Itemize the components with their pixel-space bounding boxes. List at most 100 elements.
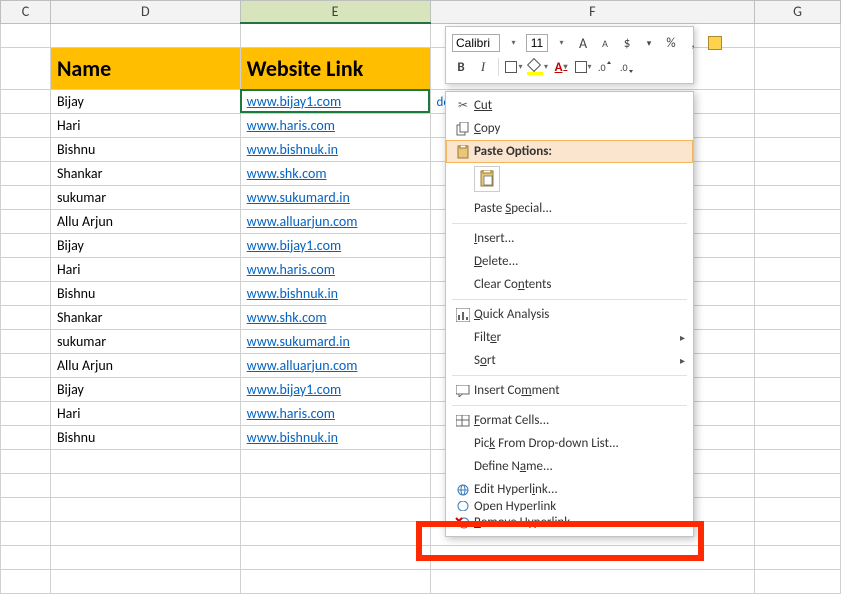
ctx-insert-comment[interactable]: Insert Comment	[446, 379, 693, 402]
cell[interactable]	[1, 521, 51, 545]
cell[interactable]	[755, 47, 841, 89]
ctx-insert[interactable]: Insert...	[446, 227, 693, 250]
cell-link[interactable]: www.bijay1.com	[240, 377, 430, 401]
cell[interactable]	[755, 137, 841, 161]
cell[interactable]	[755, 23, 841, 47]
cell[interactable]	[1, 425, 51, 449]
col-header-d[interactable]: D	[50, 1, 240, 24]
cell[interactable]	[240, 545, 430, 569]
cell[interactable]	[50, 473, 240, 497]
cell-link[interactable]: www.sukumard.in	[240, 329, 430, 353]
cell[interactable]	[50, 521, 240, 545]
cell[interactable]	[1, 545, 51, 569]
cell-link[interactable]: www.alluarjun.com	[240, 353, 430, 377]
cell[interactable]	[1, 569, 51, 593]
cell-link[interactable]: www.bishnuk.in	[240, 425, 430, 449]
ctx-pick-list[interactable]: Pick From Drop-down List...	[446, 432, 693, 455]
col-header-c[interactable]: C	[1, 1, 51, 24]
cell[interactable]	[240, 449, 430, 473]
cell[interactable]	[755, 209, 841, 233]
ctx-quick-analysis[interactable]: Quick Analysis	[446, 303, 693, 326]
cell[interactable]	[755, 113, 841, 137]
cell-name[interactable]: sukumar	[50, 185, 240, 209]
cell-name[interactable]: Bijay	[50, 377, 240, 401]
cell-name[interactable]: Bishnu	[50, 137, 240, 161]
cell-name[interactable]: Bijay	[50, 89, 240, 113]
increase-font-button[interactable]: A	[574, 34, 592, 52]
cell[interactable]	[240, 473, 430, 497]
cell[interactable]	[755, 377, 841, 401]
cell-name[interactable]: sukumar	[50, 329, 240, 353]
cell[interactable]	[1, 137, 51, 161]
cell-link[interactable]: www.bishnuk.in	[240, 281, 430, 305]
cell[interactable]	[1, 47, 51, 89]
cell-name[interactable]: Bishnu	[50, 281, 240, 305]
borders-button[interactable]	[505, 58, 523, 76]
ctx-delete[interactable]: Delete...	[446, 250, 693, 273]
cell[interactable]	[755, 569, 841, 593]
cell[interactable]	[50, 545, 240, 569]
col-header-e[interactable]: E	[240, 1, 430, 24]
cell[interactable]	[755, 185, 841, 209]
format-painter-button[interactable]	[706, 34, 724, 52]
cell[interactable]	[755, 545, 841, 569]
cell[interactable]	[240, 521, 430, 545]
cell[interactable]	[755, 305, 841, 329]
cell[interactable]	[755, 521, 841, 545]
cell-name[interactable]: Shankar	[50, 305, 240, 329]
cell[interactable]	[755, 353, 841, 377]
ctx-clear-contents[interactable]: Clear Contents	[446, 273, 693, 296]
cell[interactable]	[50, 23, 240, 47]
cell[interactable]	[1, 497, 51, 521]
percent-button[interactable]: %	[662, 34, 680, 52]
cell-link[interactable]: www.haris.com	[240, 113, 430, 137]
cell[interactable]	[1, 209, 51, 233]
ctx-paste-special[interactable]: Paste Special...	[446, 197, 693, 220]
cell-name[interactable]: Allu Arjun	[50, 209, 240, 233]
cell-link[interactable]: www.bijay1.com	[240, 89, 430, 113]
hyperlink[interactable]: www.sukumard.in	[247, 189, 350, 206]
hyperlink[interactable]: www.bishnuk.in	[247, 141, 338, 158]
header-link[interactable]: Website Link	[240, 47, 430, 89]
cell[interactable]	[1, 353, 51, 377]
cell-link[interactable]: www.sukumard.in	[240, 185, 430, 209]
hyperlink[interactable]: www.bijay1.com	[247, 237, 341, 254]
cell-link[interactable]: www.haris.com	[240, 257, 430, 281]
cell-link[interactable]: www.alluarjun.com	[240, 209, 430, 233]
cell[interactable]	[240, 569, 430, 593]
cell[interactable]	[1, 233, 51, 257]
ctx-open-hyperlink[interactable]: Open Hyperlink	[446, 501, 693, 511]
cell-link[interactable]: www.shk.com	[240, 305, 430, 329]
ctx-format-cells[interactable]: Format Cells...	[446, 409, 693, 432]
cell-link[interactable]: www.bishnuk.in	[240, 137, 430, 161]
cell[interactable]	[1, 23, 51, 47]
ctx-edit-hyperlink[interactable]: Edit Hyperlink...	[446, 478, 693, 501]
cell[interactable]	[240, 23, 430, 47]
font-size-input[interactable]	[526, 34, 548, 52]
cell-link[interactable]: www.bijay1.com	[240, 233, 430, 257]
cell[interactable]	[1, 449, 51, 473]
decrease-font-button[interactable]: A	[596, 34, 614, 52]
cell[interactable]	[755, 401, 841, 425]
hyperlink[interactable]: www.bishnuk.in	[247, 285, 338, 302]
italic-button[interactable]: I	[474, 58, 492, 76]
cell-name[interactable]: Bijay	[50, 233, 240, 257]
cell-name[interactable]: Hari	[50, 113, 240, 137]
ctx-cut[interactable]: ✂ Cut	[446, 94, 693, 117]
cell[interactable]	[50, 449, 240, 473]
cell[interactable]	[755, 233, 841, 257]
cell[interactable]	[1, 473, 51, 497]
increase-decimal-button[interactable]: .0	[596, 58, 614, 76]
cell-link[interactable]: www.shk.com	[240, 161, 430, 185]
hyperlink[interactable]: www.bijay1.com	[247, 381, 341, 398]
hyperlink[interactable]: www.shk.com	[247, 309, 327, 326]
font-size-dropdown-icon[interactable]	[552, 34, 570, 52]
col-header-f[interactable]: F	[430, 1, 755, 24]
cell[interactable]	[755, 425, 841, 449]
cell[interactable]	[1, 185, 51, 209]
cell[interactable]	[755, 329, 841, 353]
hyperlink[interactable]: www.haris.com	[247, 261, 335, 278]
cell[interactable]	[1, 329, 51, 353]
ctx-sort[interactable]: Sort	[446, 349, 693, 372]
ctx-filter[interactable]: Filter	[446, 326, 693, 349]
